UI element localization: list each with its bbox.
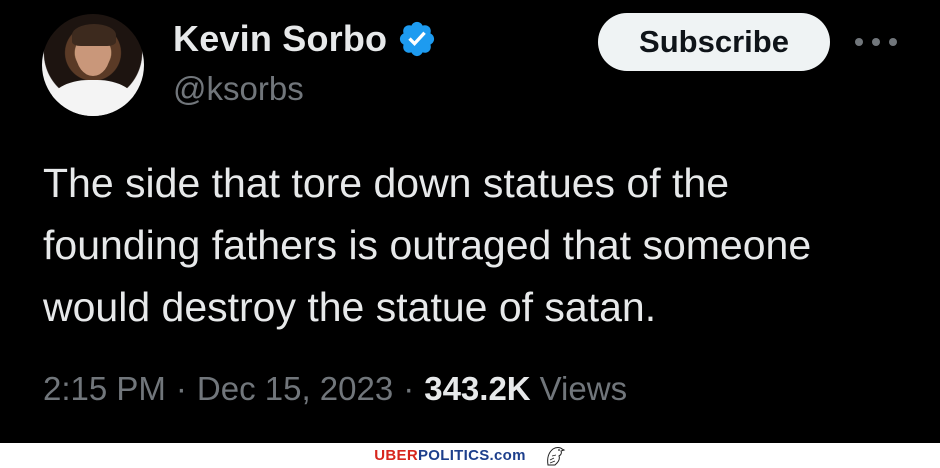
tweet-date[interactable]: Dec 15, 2023 xyxy=(197,370,393,408)
meta-separator: · xyxy=(175,370,187,407)
avatar-hair xyxy=(72,24,116,46)
tweet-text: The side that tore down statues of the f… xyxy=(43,160,812,330)
watermark-brand: UBERPOLITICS.com xyxy=(374,447,526,464)
views-label: Views xyxy=(539,370,628,407)
tweet-time[interactable]: 2:15 PM xyxy=(43,370,166,408)
eagle-logo-icon xyxy=(546,446,566,465)
verified-badge-icon xyxy=(400,21,435,57)
brand-com: .com xyxy=(489,447,526,464)
author-name[interactable]: Kevin Sorbo xyxy=(173,18,387,60)
meta-separator: · xyxy=(403,370,415,407)
subscribe-button[interactable]: Subscribe xyxy=(598,13,830,71)
avatar-shirt xyxy=(50,80,136,116)
author-name-row: Kevin Sorbo xyxy=(173,18,437,60)
brand-politics: POLITICS xyxy=(417,447,490,464)
more-dot xyxy=(855,38,863,46)
watermark-bar: UBERPOLITICS.com xyxy=(0,443,940,468)
tweet-card: Kevin Sorbo @ksorbs Subscribe The side t… xyxy=(0,0,940,443)
views-count[interactable]: 343.2K xyxy=(424,370,530,408)
more-dot xyxy=(872,38,880,46)
more-options-icon[interactable] xyxy=(855,30,897,54)
tweet-meta: 2:15 PM · Dec 15, 2023 · 343.2K Views xyxy=(43,370,627,408)
author-handle[interactable]: @ksorbs xyxy=(173,70,304,108)
brand-uber: UBER xyxy=(374,447,418,464)
avatar[interactable] xyxy=(42,14,144,116)
more-dot xyxy=(889,38,897,46)
